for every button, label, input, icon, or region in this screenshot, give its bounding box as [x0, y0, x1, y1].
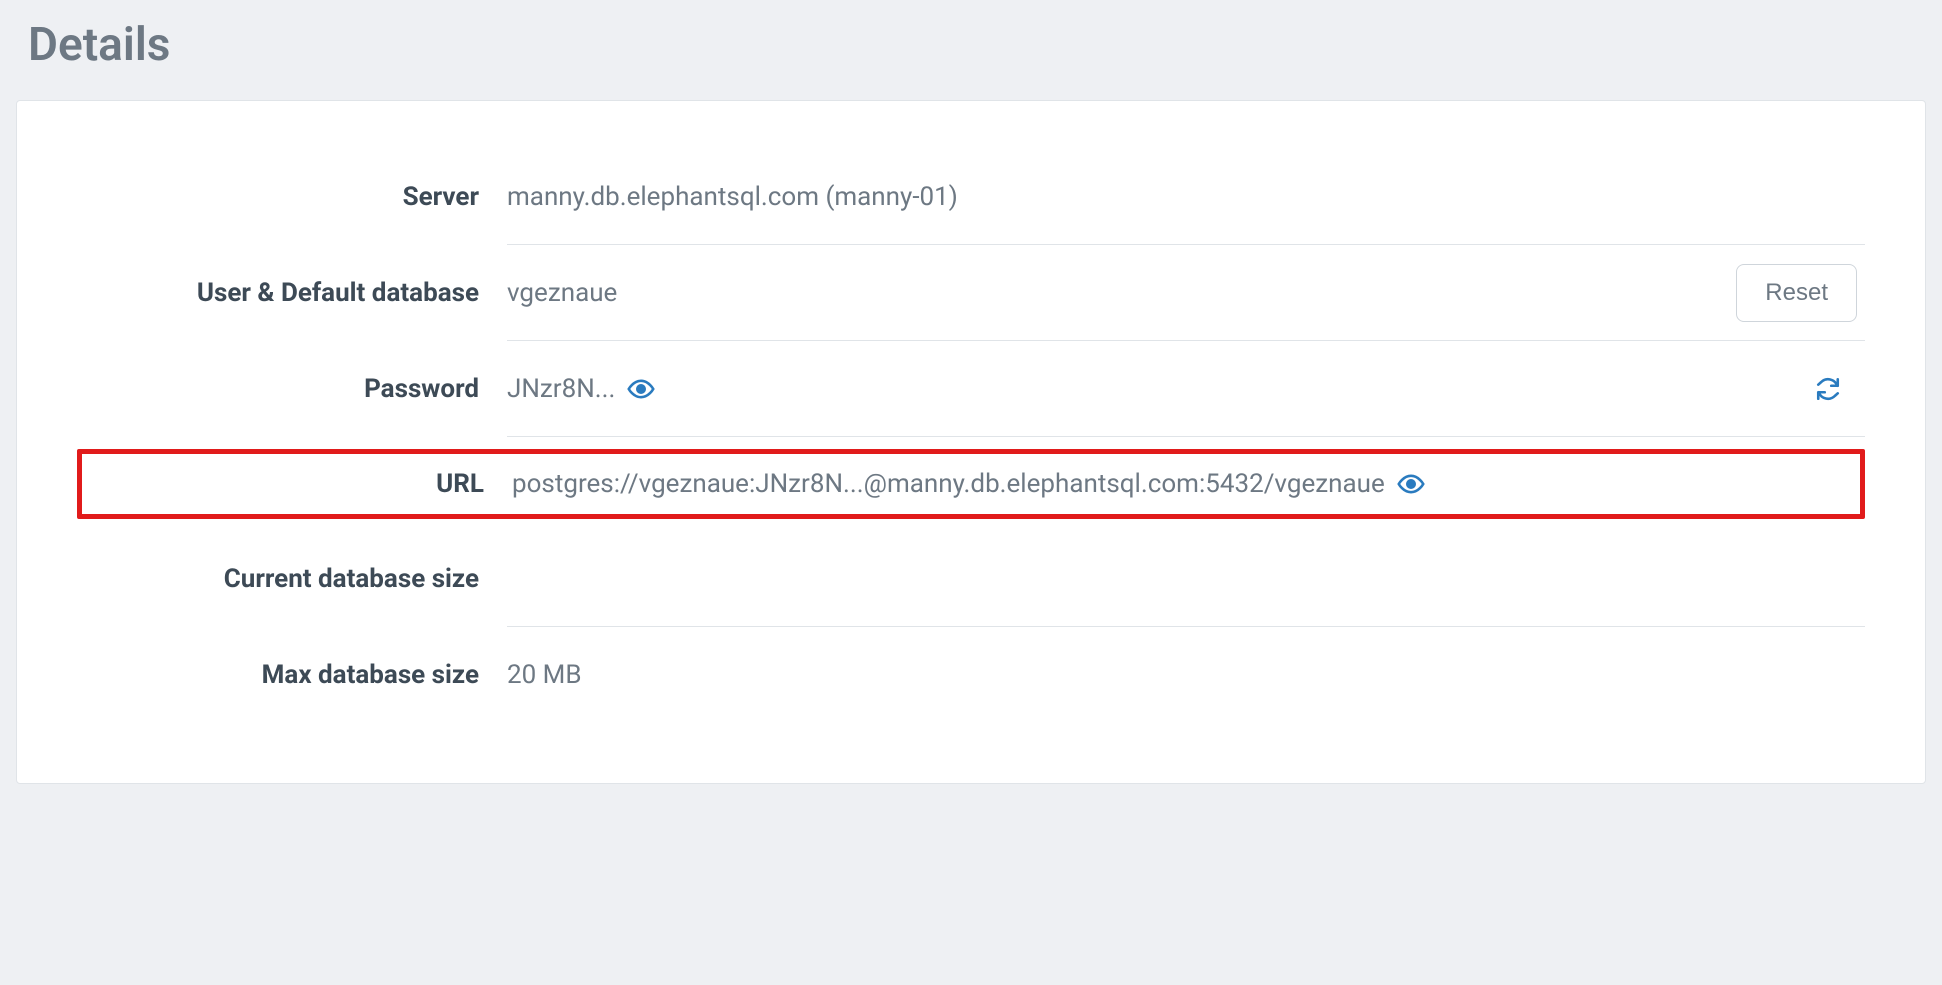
password-value: JNzr8N... — [507, 374, 615, 404]
details-panel: Server manny.db.elephantsql.com (manny-0… — [16, 100, 1926, 784]
password-row: Password JNzr8N... — [77, 341, 1865, 437]
refresh-icon[interactable] — [1815, 376, 1841, 402]
url-row: URL postgres://vgeznaue:JNzr8N...@manny.… — [77, 449, 1865, 519]
eye-icon[interactable] — [1397, 470, 1425, 498]
user-db-row: User & Default database vgeznaue Reset — [77, 245, 1865, 341]
user-db-value: vgeznaue — [507, 278, 617, 308]
server-label: Server — [77, 182, 507, 212]
password-label: Password — [77, 374, 507, 404]
server-value: manny.db.elephantsql.com (manny-01) — [507, 182, 958, 212]
current-size-label: Current database size — [77, 564, 507, 594]
max-size-row: Max database size 20 MB — [77, 627, 1865, 723]
url-value: postgres://vgeznaue:JNzr8N...@manny.db.e… — [512, 469, 1385, 499]
eye-icon[interactable] — [627, 375, 655, 403]
reset-button[interactable]: Reset — [1736, 264, 1857, 322]
current-size-row: Current database size — [77, 531, 1865, 627]
page-title: Details — [0, 0, 1942, 100]
max-size-label: Max database size — [77, 660, 507, 690]
url-label: URL — [82, 469, 512, 499]
max-size-value: 20 MB — [507, 660, 582, 690]
server-row: Server manny.db.elephantsql.com (manny-0… — [77, 149, 1865, 245]
user-db-label: User & Default database — [77, 278, 507, 308]
